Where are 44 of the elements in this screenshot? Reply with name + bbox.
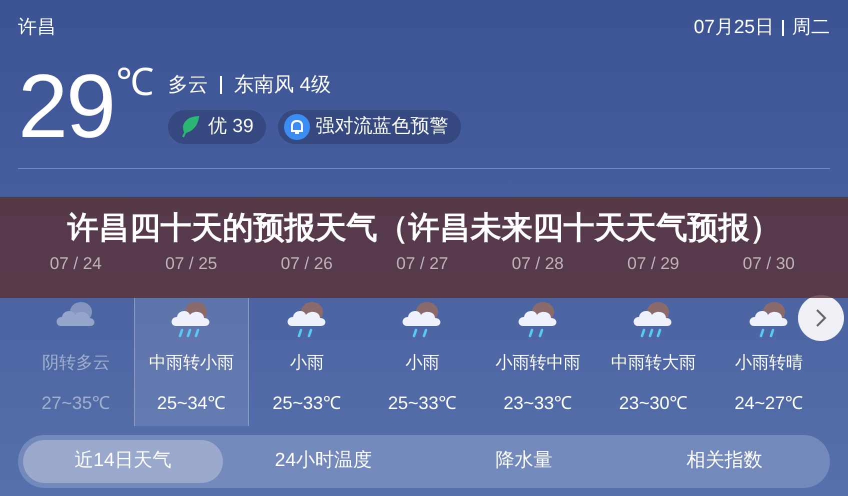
forecast-condition: 阴转多云 <box>42 352 110 374</box>
forecast-condition: 小雨 <box>290 352 324 374</box>
date-text: 07月25日 <box>694 16 774 40</box>
forecast-condition: 小雨转晴 <box>734 352 803 374</box>
forecast-temperature: 25~33℃ <box>388 392 457 414</box>
forecast-condition: 小雨 <box>405 352 440 374</box>
forecast-condition: 中雨转小雨 <box>148 352 234 374</box>
tab[interactable]: 降水量 <box>424 440 624 483</box>
weekday-text: 周二 <box>792 16 830 40</box>
forecast-date: 07 / 24 <box>50 254 102 274</box>
forecast-temperature: 25~33℃ <box>272 392 342 414</box>
day-column[interactable]: 小雨转中雨 23~33℃ <box>480 298 596 426</box>
tab[interactable]: 24小时温度 <box>223 440 424 483</box>
forecast-condition: 小雨转中雨 <box>495 352 580 374</box>
forecast-temperature: 27~35℃ <box>41 392 110 414</box>
next-button[interactable] <box>798 295 844 341</box>
forecast-condition: 中雨转大雨 <box>610 352 696 374</box>
forecast-date: 07 / 27 <box>396 254 448 274</box>
forecast-date: 07 / 25 <box>165 254 218 274</box>
forecast-temperature: 23~33℃ <box>503 392 572 414</box>
chevron-right-icon <box>815 308 827 328</box>
forecast-temperature: 23~30℃ <box>618 392 688 414</box>
forecast-date: 07 / 29 <box>627 254 680 274</box>
wind-text: 东南风 4级 <box>234 73 331 98</box>
current-condition: 多云 <box>168 73 208 98</box>
day-column[interactable]: 小雨 25~33℃ <box>364 298 480 426</box>
tab[interactable]: 相关指数 <box>624 440 826 483</box>
leaf-icon <box>180 116 200 138</box>
temperature-unit: ℃ <box>116 64 154 106</box>
banner-title: 许昌四十天的预报天气（许昌未来四十天天气预报） <box>66 209 782 247</box>
bell-icon <box>284 114 310 140</box>
day-column[interactable]: 中雨转小雨 25~34℃ <box>134 298 249 426</box>
forecast-temperature: 25~34℃ <box>156 392 226 414</box>
alert-badge[interactable]: 强对流蓝色预警 <box>278 110 461 144</box>
day-column[interactable]: 小雨转晴 24~27℃ <box>711 298 826 426</box>
day-column[interactable]: 小雨 25~33℃ <box>249 298 364 426</box>
air-quality-badge[interactable]: 优 39 <box>168 110 266 144</box>
forecast-date: 07 / 30 <box>742 254 795 274</box>
forecast-temperature: 24~27℃ <box>734 392 804 414</box>
day-column[interactable]: 中雨转大雨 23~30℃ <box>596 298 711 426</box>
forecast-date: 07 / 28 <box>512 254 564 274</box>
forecast-date: 07 / 26 <box>280 254 333 274</box>
current-temperature: 29 <box>18 62 114 159</box>
city-name: 许昌 <box>18 16 56 40</box>
